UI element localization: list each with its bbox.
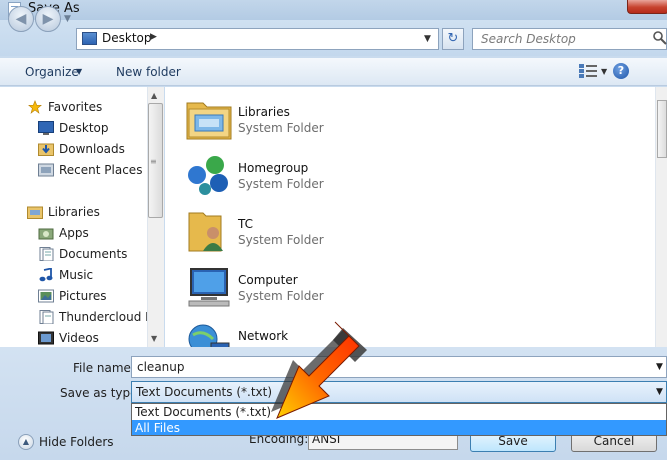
downloads-folder-icon [38,143,54,156]
scroll-down-icon[interactable]: ▼ [151,334,157,343]
nav-item-label: Recent Places [59,163,143,177]
hide-folders-button[interactable]: Hide Folders [39,435,114,449]
back-arrow-icon: ◀ [15,11,27,27]
nav-libraries-label: Libraries [48,205,100,219]
organize-button[interactable]: Organize [25,65,79,79]
recent-pages-dropdown[interactable]: ▼ [64,14,74,24]
documents-icon [39,247,54,261]
nav-item-label: Desktop [59,121,109,135]
nav-item-label: Thundercloud N [59,310,155,324]
nav-item-label: Music [59,268,94,282]
file-item-type: System Folder [238,121,324,135]
chevron-right-icon[interactable]: ▶ [150,32,157,42]
videos-icon [38,331,54,345]
forward-button[interactable]: ▶ [35,6,61,32]
nav-item-music[interactable]: Music [38,267,93,283]
file-item-name[interactable]: Libraries [238,105,290,119]
pictures-icon [38,289,54,303]
nav-item-recent-places[interactable]: Recent Places [38,162,142,178]
forward-arrow-icon: ▶ [42,11,54,27]
star-icon [28,100,42,114]
nav-item-label: Apps [59,226,89,240]
computer-icon[interactable] [185,263,233,309]
nav-item-label: Downloads [59,142,125,156]
title-bar[interactable] [0,0,667,20]
scroll-up-icon[interactable]: ▲ [151,91,157,100]
address-dropdown-icon[interactable]: ▼ [424,34,431,44]
nav-item-videos[interactable]: Videos [38,330,99,346]
type-option[interactable]: Text Documents (*.txt) [135,405,271,419]
nav-item-apps[interactable]: Apps [38,225,89,241]
back-button[interactable]: ◀ [8,6,34,32]
file-name-input[interactable] [131,356,667,378]
scrollbar-thumb[interactable] [657,100,667,158]
user-folder-icon[interactable] [185,207,233,253]
nav-item-downloads[interactable]: Downloads [38,141,125,157]
help-icon[interactable]: ? [613,63,629,79]
homegroup-icon[interactable] [185,151,233,197]
save-as-type-value[interactable]: Text Documents (*.txt) [136,385,272,399]
nav-favorites-label: Favorites [48,100,103,114]
refresh-button[interactable]: ↻ [442,28,464,50]
chevron-down-icon[interactable]: ▼ [76,67,82,76]
nav-libraries[interactable]: Libraries [27,204,100,220]
nav-item-label: Documents [59,247,128,261]
chevron-down-icon[interactable]: ▼ [656,387,663,397]
desktop-icon [82,32,97,45]
nav-item-desktop[interactable]: Desktop [38,120,109,136]
refresh-icon: ↻ [447,31,459,46]
chevron-down-icon[interactable]: ▼ [656,362,663,372]
file-item-type: System Folder [238,289,324,303]
address-breadcrumb[interactable]: Desktop [102,31,152,45]
file-item-type: System Folder [238,233,324,247]
nav-item-pictures[interactable]: Pictures [38,288,107,304]
file-item-name[interactable]: Computer [238,273,298,287]
command-bar [0,58,667,86]
file-item-type: System Folder [238,177,324,191]
new-folder-button[interactable]: New folder [116,65,181,79]
file-item-name[interactable]: TC [238,217,253,231]
recent-places-icon [38,163,54,177]
type-option-highlight[interactable] [132,420,666,435]
grip-icon: ≡ [150,157,157,166]
network-icon[interactable] [185,319,233,347]
type-option-selected[interactable]: All Files [135,421,180,435]
file-item-name[interactable]: Homegroup [238,161,308,175]
file-name-value[interactable]: cleanup [137,360,185,374]
change-view-icon[interactable] [579,64,597,78]
close-button[interactable] [627,0,667,14]
libraries-icon [27,206,43,219]
nav-item-documents[interactable]: Documents [38,246,127,262]
music-icon [39,268,53,282]
desktop-icon [38,121,54,135]
search-placeholder: Search Desktop [481,32,576,46]
apps-icon [38,228,54,240]
nav-item-thundercloud[interactable]: Thundercloud N [38,309,154,325]
file-name-label: File name: [73,361,135,375]
libraries-icon[interactable] [185,95,233,141]
documents-icon [39,310,54,324]
nav-item-label: Videos [59,331,99,345]
chevron-up-icon[interactable]: ▲ [18,434,34,450]
nav-item-label: Pictures [59,289,107,303]
save-as-type-label: Save as type: [60,386,142,400]
nav-favorites[interactable]: Favorites [27,99,102,115]
search-icon[interactable] [652,30,667,46]
file-item-name[interactable]: Network [238,329,288,343]
views-dropdown-icon[interactable]: ▼ [601,67,607,76]
